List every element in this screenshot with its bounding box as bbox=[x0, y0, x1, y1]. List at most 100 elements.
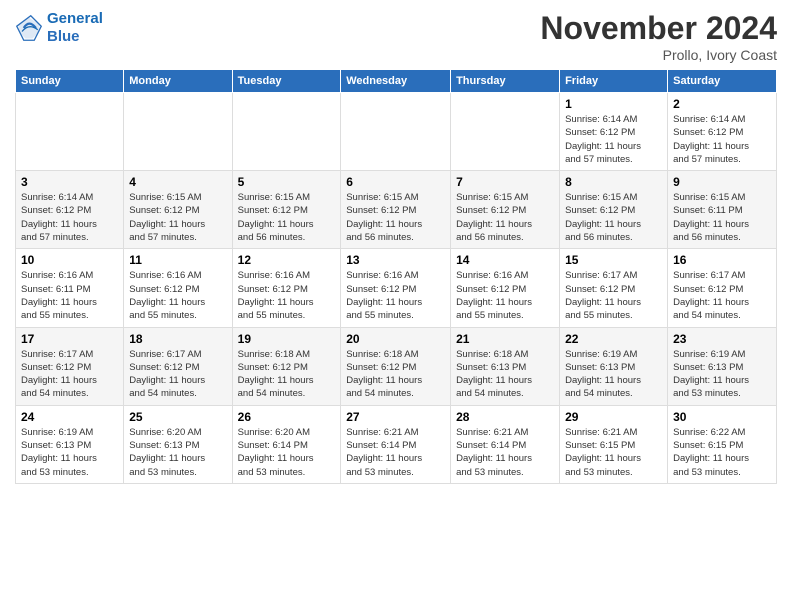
week-row-1: 1 Sunrise: 6:14 AM Sunset: 6:12 PM Daylig… bbox=[16, 93, 777, 171]
logo-text: General Blue bbox=[47, 10, 103, 46]
day-number: 21 bbox=[456, 332, 554, 346]
calendar-table: Sunday Monday Tuesday Wednesday Thursday… bbox=[15, 69, 777, 484]
day-number: 23 bbox=[673, 332, 771, 346]
day-number: 2 bbox=[673, 97, 771, 111]
day-number: 13 bbox=[346, 253, 445, 267]
day-info: Sunrise: 6:16 AM Sunset: 6:12 PM Dayligh… bbox=[129, 269, 226, 322]
day-info: Sunrise: 6:15 AM Sunset: 6:12 PM Dayligh… bbox=[346, 191, 445, 244]
th-saturday: Saturday bbox=[668, 70, 777, 93]
cell-w2-d7: 9 Sunrise: 6:15 AM Sunset: 6:11 PM Daylig… bbox=[668, 171, 777, 249]
cell-w2-d3: 5Sunrise: 6:15 AM Sunset: 6:12 PM Daylig… bbox=[232, 171, 341, 249]
cell-w5-d1: 24 Sunrise: 6:19 AM Sunset: 6:13 PM Dayli… bbox=[16, 405, 124, 483]
cell-w2-d2: 4 Sunrise: 6:15 AM Sunset: 6:12 PM Daylig… bbox=[124, 171, 232, 249]
day-info: Sunrise: 6:19 AM Sunset: 6:13 PM Dayligh… bbox=[673, 348, 771, 401]
day-number: 24 bbox=[21, 410, 118, 424]
day-number: 16 bbox=[673, 253, 771, 267]
day-number: 7 bbox=[456, 175, 554, 189]
week-row-4: 17 Sunrise: 6:17 AM Sunset: 6:12 PM Dayli… bbox=[16, 327, 777, 405]
day-number: 30 bbox=[673, 410, 771, 424]
cell-w3-d2: 11 Sunrise: 6:16 AM Sunset: 6:12 PM Dayli… bbox=[124, 249, 232, 327]
day-info: Sunrise: 6:19 AM Sunset: 6:13 PM Dayligh… bbox=[565, 348, 662, 401]
cell-w1-d5 bbox=[451, 93, 560, 171]
location-subtitle: Prollo, Ivory Coast bbox=[540, 47, 777, 63]
day-info: Sunrise: 6:20 AM Sunset: 6:14 PM Dayligh… bbox=[238, 426, 336, 479]
day-info: Sunrise: 6:20 AM Sunset: 6:13 PM Dayligh… bbox=[129, 426, 226, 479]
cell-w4-d4: 20 Sunrise: 6:18 AM Sunset: 6:12 PM Dayli… bbox=[341, 327, 451, 405]
day-number: 14 bbox=[456, 253, 554, 267]
day-info: Sunrise: 6:18 AM Sunset: 6:12 PM Dayligh… bbox=[238, 348, 336, 401]
day-info: Sunrise: 6:14 AM Sunset: 6:12 PM Dayligh… bbox=[21, 191, 118, 244]
header-row: Sunday Monday Tuesday Wednesday Thursday… bbox=[16, 70, 777, 93]
cell-w1-d1 bbox=[16, 93, 124, 171]
day-info: Sunrise: 6:17 AM Sunset: 6:12 PM Dayligh… bbox=[673, 269, 771, 322]
cell-w4-d7: 23 Sunrise: 6:19 AM Sunset: 6:13 PM Dayli… bbox=[668, 327, 777, 405]
day-info: Sunrise: 6:15 AM Sunset: 6:11 PM Dayligh… bbox=[673, 191, 771, 244]
day-info: Sunrise: 6:22 AM Sunset: 6:15 PM Dayligh… bbox=[673, 426, 771, 479]
day-info: Sunrise: 6:15 AM Sunset: 6:12 PM Dayligh… bbox=[129, 191, 226, 244]
day-number: 1 bbox=[565, 97, 662, 111]
day-info: Sunrise: 6:21 AM Sunset: 6:14 PM Dayligh… bbox=[346, 426, 445, 479]
day-info: Sunrise: 6:15 AM Sunset: 6:12 PM Dayligh… bbox=[456, 191, 554, 244]
cell-w5-d3: 26 Sunrise: 6:20 AM Sunset: 6:14 PM Dayli… bbox=[232, 405, 341, 483]
header: General Blue November 2024 Prollo, Ivory… bbox=[15, 10, 777, 63]
day-info: Sunrise: 6:18 AM Sunset: 6:13 PM Dayligh… bbox=[456, 348, 554, 401]
day-number: 3 bbox=[21, 175, 118, 189]
day-number: 27 bbox=[346, 410, 445, 424]
day-number: 18 bbox=[129, 332, 226, 346]
day-info: Sunrise: 6:16 AM Sunset: 6:12 PM Dayligh… bbox=[238, 269, 336, 322]
day-number: 29 bbox=[565, 410, 662, 424]
day-info: Sunrise: 6:16 AM Sunset: 6:12 PM Dayligh… bbox=[346, 269, 445, 322]
calendar-page: General Blue November 2024 Prollo, Ivory… bbox=[0, 0, 792, 494]
cell-w2-d6: 8 Sunrise: 6:15 AM Sunset: 6:12 PM Daylig… bbox=[560, 171, 668, 249]
day-number: 10 bbox=[21, 253, 118, 267]
day-number: 11 bbox=[129, 253, 226, 267]
day-number: 20 bbox=[346, 332, 445, 346]
th-wednesday: Wednesday bbox=[341, 70, 451, 93]
cell-w1-d6: 1 Sunrise: 6:14 AM Sunset: 6:12 PM Daylig… bbox=[560, 93, 668, 171]
cell-w3-d7: 16 Sunrise: 6:17 AM Sunset: 6:12 PM Dayli… bbox=[668, 249, 777, 327]
day-number: 19 bbox=[238, 332, 336, 346]
day-number: 4 bbox=[129, 175, 226, 189]
cell-w1-d3 bbox=[232, 93, 341, 171]
day-number: 22 bbox=[565, 332, 662, 346]
day-info: Sunrise: 6:16 AM Sunset: 6:11 PM Dayligh… bbox=[21, 269, 118, 322]
week-row-5: 24 Sunrise: 6:19 AM Sunset: 6:13 PM Dayli… bbox=[16, 405, 777, 483]
day-number: 25 bbox=[129, 410, 226, 424]
title-area: November 2024 Prollo, Ivory Coast bbox=[540, 10, 777, 63]
day-number: 12 bbox=[238, 253, 336, 267]
th-tuesday: Tuesday bbox=[232, 70, 341, 93]
day-number: 6 bbox=[346, 175, 445, 189]
day-number: 9 bbox=[673, 175, 771, 189]
cell-w3-d1: 10 Sunrise: 6:16 AM Sunset: 6:11 PM Dayli… bbox=[16, 249, 124, 327]
day-info: Sunrise: 6:17 AM Sunset: 6:12 PM Dayligh… bbox=[565, 269, 662, 322]
cell-w2-d4: 6 Sunrise: 6:15 AM Sunset: 6:12 PM Daylig… bbox=[341, 171, 451, 249]
day-info: Sunrise: 6:18 AM Sunset: 6:12 PM Dayligh… bbox=[346, 348, 445, 401]
cell-w1-d2 bbox=[124, 93, 232, 171]
cell-w2-d5: 7 Sunrise: 6:15 AM Sunset: 6:12 PM Daylig… bbox=[451, 171, 560, 249]
cell-w4-d1: 17Sunrise: 6:17 AM Sunset: 6:12 PM Dayli… bbox=[16, 327, 124, 405]
cell-w5-d4: 27 Sunrise: 6:21 AM Sunset: 6:14 PM Dayli… bbox=[341, 405, 451, 483]
day-number: 17 bbox=[21, 332, 118, 346]
week-row-2: 3 Sunrise: 6:14 AM Sunset: 6:12 PM Daylig… bbox=[16, 171, 777, 249]
cell-w3-d5: 14Sunrise: 6:16 AM Sunset: 6:12 PM Dayli… bbox=[451, 249, 560, 327]
cell-w5-d7: 30 Sunrise: 6:22 AM Sunset: 6:15 PM Dayli… bbox=[668, 405, 777, 483]
day-number: 28 bbox=[456, 410, 554, 424]
cell-w3-d3: 12 Sunrise: 6:16 AM Sunset: 6:12 PM Dayli… bbox=[232, 249, 341, 327]
th-monday: Monday bbox=[124, 70, 232, 93]
cell-w4-d5: 21 Sunrise: 6:18 AM Sunset: 6:13 PM Dayli… bbox=[451, 327, 560, 405]
th-thursday: Thursday bbox=[451, 70, 560, 93]
day-info: Sunrise: 6:19 AM Sunset: 6:13 PM Dayligh… bbox=[21, 426, 118, 479]
logo: General Blue bbox=[15, 10, 103, 46]
day-number: 15 bbox=[565, 253, 662, 267]
day-number: 26 bbox=[238, 410, 336, 424]
day-info: Sunrise: 6:15 AM Sunset: 6:12 PM Dayligh… bbox=[565, 191, 662, 244]
day-info: Sunrise: 6:17 AM Sunset: 6:12 PM Dayligh… bbox=[129, 348, 226, 401]
cell-w4-d3: 19 Sunrise: 6:18 AM Sunset: 6:12 PM Dayli… bbox=[232, 327, 341, 405]
day-number: 8 bbox=[565, 175, 662, 189]
day-info: Sunrise: 6:14 AM Sunset: 6:12 PM Dayligh… bbox=[565, 113, 662, 166]
day-info: Sunrise: 6:21 AM Sunset: 6:14 PM Dayligh… bbox=[456, 426, 554, 479]
cell-w1-d7: 2Sunrise: 6:14 AM Sunset: 6:12 PM Daylig… bbox=[668, 93, 777, 171]
cell-w3-d6: 15 Sunrise: 6:17 AM Sunset: 6:12 PM Dayli… bbox=[560, 249, 668, 327]
day-info: Sunrise: 6:21 AM Sunset: 6:15 PM Dayligh… bbox=[565, 426, 662, 479]
cell-w5-d6: 29 Sunrise: 6:21 AM Sunset: 6:15 PM Dayli… bbox=[560, 405, 668, 483]
